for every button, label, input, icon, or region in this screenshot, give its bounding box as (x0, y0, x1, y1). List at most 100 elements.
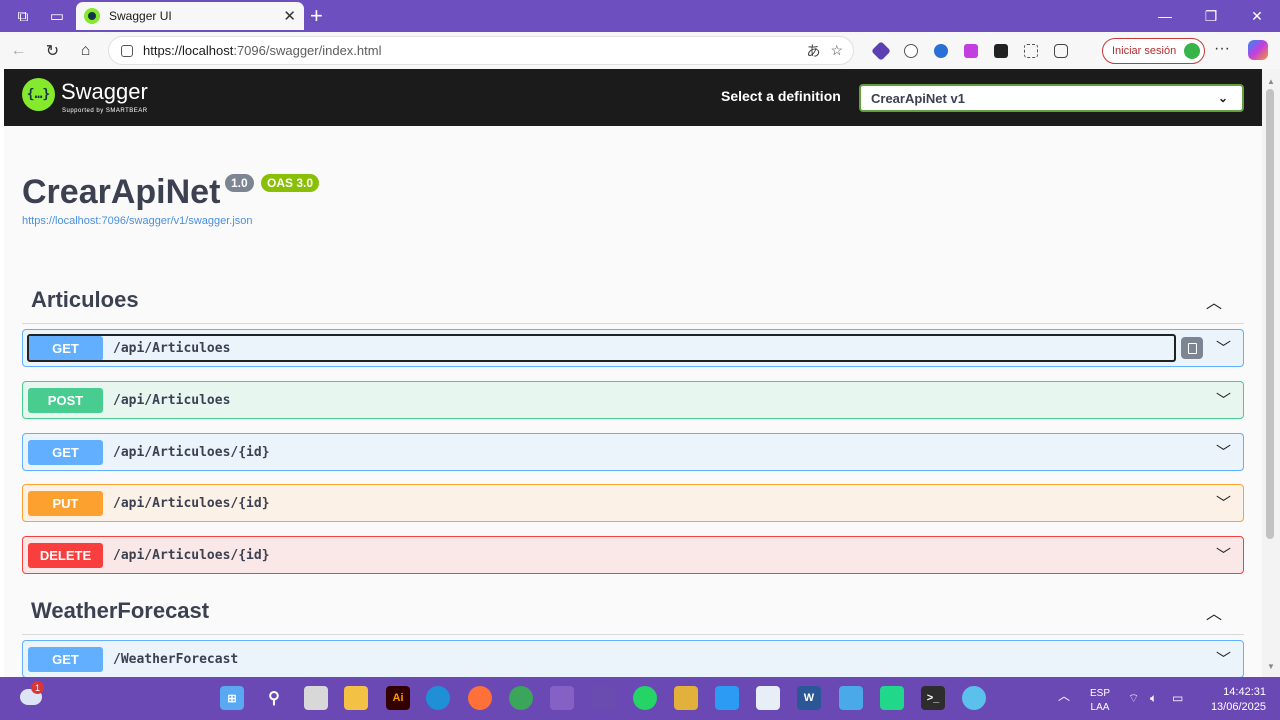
focus-ring (27, 334, 1176, 362)
battery-icon[interactable]: ▭ (1172, 691, 1183, 705)
chevron-down-icon[interactable]: ﹀ (1216, 337, 1231, 358)
extension-icon-4[interactable] (956, 36, 986, 66)
api-title: CrearApiNet (22, 173, 221, 211)
operation-get-articuloes-id[interactable]: GET /api/Articuloes/{id} ﹀ (22, 433, 1244, 471)
spec-url-link[interactable]: https://localhost:7096/swagger/v1/swagge… (22, 215, 253, 227)
copy-icon[interactable] (1181, 337, 1203, 359)
edge-icon[interactable] (426, 686, 450, 710)
notepad-icon[interactable] (839, 686, 863, 710)
signin-button[interactable]: Iniciar sesión (1102, 38, 1205, 64)
globe-app-icon[interactable] (962, 686, 986, 710)
qr-code-icon[interactable] (1016, 36, 1046, 66)
definition-select[interactable]: CrearApiNet v1 ⌄ (859, 84, 1244, 112)
avatar (1184, 43, 1201, 59)
address-bar[interactable]: https://localhost:7096/swagger/index.htm… (108, 36, 854, 65)
operation-path: /api/Articuloes/{id} (113, 547, 270, 563)
notification-badge: 1 (31, 681, 44, 694)
more-options-icon[interactable]: ··· (1214, 40, 1230, 58)
swagger-topbar: {…} Swagger Supported by SMARTBEAR Selec… (4, 69, 1262, 126)
chrome-icon[interactable] (509, 686, 533, 710)
new-tab-icon[interactable]: + (310, 3, 323, 29)
method-badge: PUT (28, 490, 103, 516)
clock-date: 13/06/2025 (1210, 701, 1266, 713)
chevron-down-icon[interactable]: ﹀ (1216, 544, 1231, 565)
minimize-icon[interactable]: — (1142, 0, 1188, 32)
method-badge: DELETE (28, 542, 103, 568)
firefox-icon[interactable] (468, 686, 492, 710)
extension-icon-2[interactable] (896, 36, 926, 66)
swagger-logo-text: Swagger (61, 79, 148, 104)
tray-expand-icon[interactable]: ︿ (1058, 689, 1070, 703)
scroll-up-icon[interactable]: ▲ (1267, 77, 1275, 86)
wifi-icon[interactable]: ⌔ (1128, 691, 1139, 705)
operation-post-articuloes[interactable]: POST /api/Articuloes ﹀ (22, 381, 1244, 419)
chevron-down-icon[interactable]: ﹀ (1216, 492, 1231, 513)
chevron-down-icon[interactable]: ﹀ (1216, 389, 1231, 410)
method-badge: GET (28, 646, 103, 672)
operation-path: /api/Articuloes/{id} (113, 495, 270, 511)
oas-badge: OAS 3.0 (261, 174, 320, 192)
chevron-up-icon[interactable]: ︿ (1206, 289, 1222, 313)
section-title-articuloes[interactable]: Articuloes (31, 287, 139, 313)
language-top: ESP (1089, 688, 1110, 699)
operation-get-articuloes[interactable]: GET /api/Articuloes ﹀ (22, 329, 1244, 367)
section-title-weatherforecast[interactable]: WeatherForecast (31, 598, 209, 624)
pycharm-icon[interactable] (880, 686, 904, 710)
clock[interactable]: 14:42:31 13/06/2025 (1196, 685, 1266, 715)
tab-close-icon[interactable]: ✕ (283, 7, 296, 25)
version-badge: 1.0 (225, 174, 254, 192)
window-close-icon[interactable]: ✕ (1234, 0, 1280, 32)
chevron-down-icon[interactable]: ﹀ (1216, 441, 1231, 462)
chevron-down-icon: ⌄ (1217, 91, 1228, 105)
operation-put-articuloes-id[interactable]: PUT /api/Articuloes/{id} ﹀ (22, 484, 1244, 522)
language-indicator[interactable]: ESP LAA (1088, 687, 1112, 715)
extension-icon-1[interactable] (866, 36, 896, 66)
extensions-puzzle-icon[interactable] (1046, 36, 1076, 66)
file-explorer-icon[interactable] (344, 686, 368, 710)
visual-studio-icon[interactable] (550, 686, 574, 710)
swagger-favicon-icon (84, 8, 100, 24)
windows-taskbar: 1 ⊞ ⚲ Ai W >_ ︿ ESP LAA ⌔ 🔈︎ ▭ 14:42:31 … (0, 677, 1280, 720)
volume-icon[interactable]: 🔈︎ (1150, 691, 1157, 705)
chevron-up-icon[interactable]: ︿ (1206, 600, 1222, 624)
swagger-logo[interactable]: {…} Swagger Supported by SMARTBEAR (22, 78, 148, 114)
extension-icon-3[interactable] (926, 36, 956, 66)
scrollbar-thumb[interactable] (1266, 89, 1274, 539)
search-icon[interactable]: ⚲ (262, 686, 286, 710)
swagger-logo-icon: {…} (22, 78, 55, 111)
method-badge: POST (28, 387, 103, 413)
chevron-down-icon[interactable]: ﹀ (1216, 648, 1231, 669)
whatsapp-icon[interactable] (633, 686, 657, 710)
definition-value: CrearApiNet v1 (871, 90, 965, 106)
window-controls: — ❐ ✕ (1142, 0, 1280, 32)
reload-icon[interactable]: ↻ (36, 34, 69, 67)
lock-icon[interactable] (121, 44, 133, 57)
start-icon[interactable]: ⊞ (220, 686, 244, 710)
clock-time: 14:42:31 (1223, 686, 1266, 698)
favorite-star-icon[interactable]: ☆ (830, 42, 843, 59)
scroll-down-icon[interactable]: ▼ (1267, 662, 1275, 671)
home-icon[interactable]: ⌂ (69, 34, 102, 67)
terminal-icon[interactable]: >_ (921, 686, 945, 710)
workspaces-icon[interactable]: ⧉ (6, 0, 40, 32)
operation-get-weatherforecast[interactable]: GET /WeatherForecast ﹀ (22, 640, 1244, 677)
visual-studio-2-icon[interactable] (591, 686, 615, 710)
back-icon[interactable]: ← (2, 34, 35, 67)
browser-toolbar: ← ↻ ⌂ https://localhost:7096/swagger/ind… (0, 32, 1280, 69)
task-view-icon[interactable] (304, 686, 328, 710)
extension-icon-5[interactable] (986, 36, 1016, 66)
illustrator-icon[interactable]: Ai (386, 686, 410, 710)
window-app-icon[interactable] (756, 686, 780, 710)
tab-actions-icon[interactable]: ▭ (40, 0, 74, 32)
operation-delete-articuloes-id[interactable]: DELETE /api/Articuloes/{id} ﹀ (22, 536, 1244, 574)
page-viewport: {…} Swagger Supported by SMARTBEAR Selec… (4, 69, 1262, 677)
copilot-icon[interactable] (1248, 40, 1268, 60)
read-aloud-icon[interactable]: あ (806, 41, 820, 61)
restore-icon[interactable]: ❐ (1188, 0, 1234, 32)
word-icon[interactable]: W (797, 686, 821, 710)
extensions-area (866, 36, 1076, 66)
app-icon[interactable] (674, 686, 698, 710)
tab-swagger-ui[interactable]: Swagger UI ✕ (76, 2, 304, 30)
page-scrollbar[interactable]: ▲ ▼ (1262, 69, 1280, 677)
vscode-icon[interactable] (715, 686, 739, 710)
